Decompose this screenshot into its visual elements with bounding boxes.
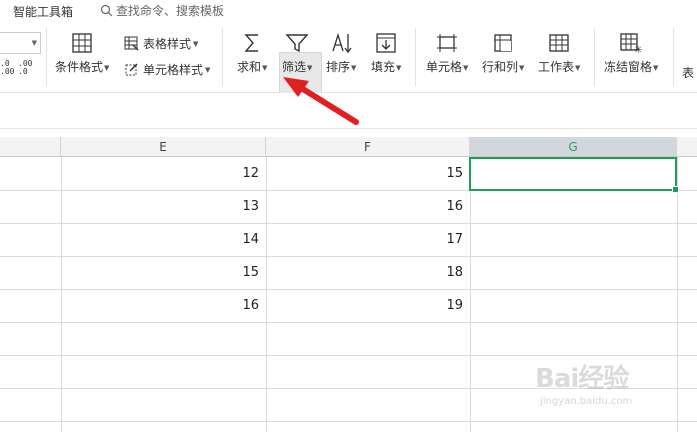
fill-label: 填充 xyxy=(371,60,396,74)
cell-G3[interactable] xyxy=(470,224,677,256)
conditional-format-icon xyxy=(72,33,92,53)
decrease-decimal-button[interactable]: .00.0 xyxy=(18,60,32,76)
search-icon xyxy=(100,4,113,17)
column-header-D[interactable] xyxy=(0,137,61,157)
increase-decimal-button[interactable]: .0.00 xyxy=(0,59,14,76)
table-tool-button-partial[interactable]: 表 xyxy=(682,64,694,81)
cell-E1[interactable]: 12 xyxy=(61,158,266,190)
chevron-down-icon: ▼ xyxy=(307,63,313,72)
row-gridline xyxy=(0,421,697,422)
chevron-down-icon: ▼ xyxy=(519,63,525,72)
column-header-F[interactable]: F xyxy=(266,137,470,157)
ribbon-divider xyxy=(594,28,595,86)
smart-toolbox-label[interactable]: 智能工具箱 xyxy=(13,3,73,20)
table-tool-label: 表 xyxy=(682,66,695,80)
fill-down-icon xyxy=(376,33,396,53)
cell-F5[interactable]: 19 xyxy=(266,290,470,322)
formula-area xyxy=(0,93,697,136)
sort-button[interactable]: 排序▼ xyxy=(326,32,356,75)
freeze-panes-icon: ✳ xyxy=(620,33,643,54)
cell-F4[interactable]: 18 xyxy=(266,257,470,289)
cell-style-icon xyxy=(125,63,138,76)
watermark-url: jingyan.baidu.com xyxy=(540,396,633,407)
row-gridline xyxy=(0,355,697,356)
row-gridline xyxy=(0,322,697,323)
cell-button[interactable]: 单元格▼ xyxy=(426,32,468,75)
cell-E5[interactable]: 16 xyxy=(61,290,266,322)
fill-button[interactable]: 填充▼ xyxy=(371,32,401,75)
worksheet-label: 工作表 xyxy=(538,60,575,74)
table-style-label: 表格样式 xyxy=(143,37,192,51)
active-cell-selection[interactable] xyxy=(469,157,679,193)
cell-style-button[interactable]: 单元格样式 ▼ xyxy=(124,61,210,78)
table-style-icon xyxy=(124,36,139,51)
sort-icon xyxy=(332,32,352,54)
column-header-G[interactable]: G xyxy=(470,137,677,157)
chevron-down-icon: ▼ xyxy=(653,63,659,72)
chevron-down-icon: ▼ xyxy=(205,65,211,74)
cell-label: 单元格 xyxy=(426,60,463,74)
ribbon-toolbar: ▼ .0.00 .00.0 条件格式▼ 表格样式 ▼ 单元格样式 ▼ 求和▼ 筛… xyxy=(0,22,697,103)
chevron-down-icon: ▼ xyxy=(575,63,581,72)
decimal-buttons: .0.00 .00.0 xyxy=(0,59,32,76)
top-bar: 智能工具箱 查找命令、搜索模板 xyxy=(0,0,697,22)
filter-label: 筛选 xyxy=(282,60,307,74)
freeze-panes-button[interactable]: ✳ 冻结窗格▼ xyxy=(604,32,658,75)
filter-icon xyxy=(285,34,309,53)
sum-button[interactable]: 求和▼ xyxy=(237,32,267,75)
cell-style-label: 单元格样式 xyxy=(143,63,204,77)
conditional-format-button[interactable]: 条件格式▼ xyxy=(55,32,109,75)
cell-G2[interactable] xyxy=(470,191,677,223)
row-col-icon xyxy=(494,34,512,52)
cell-E3[interactable]: 14 xyxy=(61,224,266,256)
chevron-down-icon: ▼ xyxy=(463,63,469,72)
ribbon-divider xyxy=(46,28,47,86)
search-placeholder: 查找命令、搜索模板 xyxy=(116,4,225,18)
ribbon-divider xyxy=(415,28,416,86)
filter-button[interactable]: 筛选▼ xyxy=(282,32,312,75)
number-format-select[interactable]: ▼ xyxy=(0,32,41,54)
table-style-button[interactable]: 表格样式 ▼ xyxy=(124,35,198,52)
column-header-H[interactable] xyxy=(677,137,697,157)
cell-G4[interactable] xyxy=(470,257,677,289)
cell-E4[interactable]: 15 xyxy=(61,257,266,289)
chevron-down-icon: ▼ xyxy=(31,39,37,47)
conditional-format-label: 条件格式 xyxy=(55,60,104,74)
chevron-down-icon: ▼ xyxy=(262,63,268,72)
row-col-label: 行和列 xyxy=(482,60,519,74)
freeze-panes-label: 冻结窗格 xyxy=(604,60,653,74)
cell-icon xyxy=(437,34,458,52)
cell-F1[interactable]: 15 xyxy=(266,158,470,190)
chevron-down-icon: ▼ xyxy=(104,63,110,72)
baidu-jingyan-watermark: Bai经验 jingyan.baidu.com xyxy=(530,358,690,418)
worksheet-button[interactable]: 工作表▼ xyxy=(538,32,580,75)
column-header-E[interactable]: E xyxy=(61,137,266,157)
command-search[interactable]: 查找命令、搜索模板 xyxy=(100,2,224,19)
sigma-icon xyxy=(244,34,259,52)
chevron-down-icon: ▼ xyxy=(396,63,402,72)
ribbon-divider xyxy=(673,28,674,86)
formula-bar-divider xyxy=(0,128,697,129)
sum-label: 求和 xyxy=(237,60,262,74)
cell-F3[interactable]: 17 xyxy=(266,224,470,256)
sort-label: 排序 xyxy=(326,60,351,74)
svg-text:✳: ✳ xyxy=(634,45,642,54)
chevron-down-icon: ▼ xyxy=(351,63,357,72)
worksheet-icon xyxy=(549,34,569,52)
watermark-logo: Bai经验 xyxy=(535,364,629,394)
cell-E2[interactable]: 13 xyxy=(61,191,266,223)
chevron-down-icon: ▼ xyxy=(193,39,199,48)
row-col-button[interactable]: 行和列▼ xyxy=(482,32,524,75)
ribbon-divider xyxy=(222,28,223,86)
cell-F2[interactable]: 16 xyxy=(266,191,470,223)
cell-G5[interactable] xyxy=(470,290,677,322)
